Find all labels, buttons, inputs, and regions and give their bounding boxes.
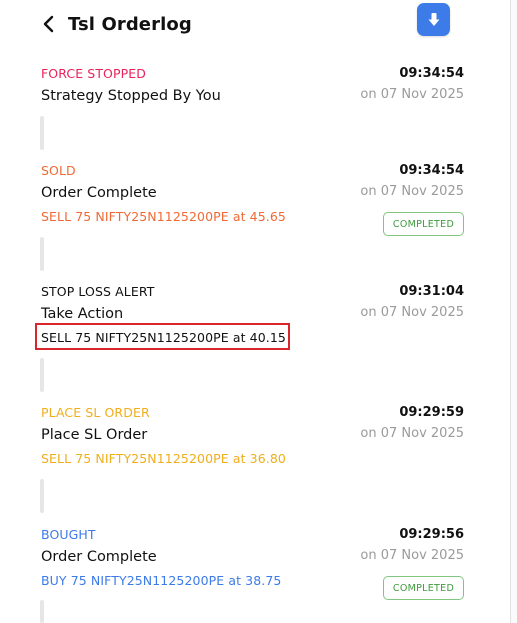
orderlog-panel: Tsl Orderlog FORCE STOPPED Strategy Stop… bbox=[0, 0, 511, 623]
entry-date: on 07 Nov 2025 bbox=[360, 426, 464, 441]
header: Tsl Orderlog bbox=[40, 10, 192, 38]
status-badge: COMPLETED bbox=[383, 212, 464, 236]
download-arrow-icon bbox=[428, 12, 439, 26]
log-entry-place-sl-order: PLACE SL ORDER Place SL Order SELL 75 NI… bbox=[41, 405, 464, 475]
entry-time: 09:34:54 bbox=[399, 163, 464, 178]
chevron-left-icon bbox=[43, 15, 54, 33]
entry-date: on 07 Nov 2025 bbox=[360, 87, 464, 102]
back-button[interactable] bbox=[40, 14, 56, 34]
entry-time: 09:31:04 bbox=[399, 284, 464, 299]
timeline-connector bbox=[40, 116, 44, 150]
scroll-gutter bbox=[511, 0, 517, 623]
log-entry-bought: BOUGHT Order Complete BUY 75 NIFTY25N112… bbox=[41, 527, 464, 607]
entry-time: 09:29:59 bbox=[399, 405, 464, 420]
timeline-connector bbox=[40, 237, 44, 271]
page-title: Tsl Orderlog bbox=[68, 13, 192, 35]
highlight-box bbox=[35, 323, 290, 350]
entry-order: SELL 75 NIFTY25N1125200PE at 36.80 bbox=[41, 451, 286, 466]
entry-time: 09:34:54 bbox=[399, 66, 464, 81]
status-badge: COMPLETED bbox=[383, 576, 464, 600]
timeline-connector bbox=[40, 600, 44, 623]
entry-date: on 07 Nov 2025 bbox=[360, 184, 464, 199]
entry-date: on 07 Nov 2025 bbox=[360, 548, 464, 563]
timeline-connector bbox=[40, 358, 44, 392]
timeline-connector bbox=[40, 479, 44, 513]
log-entry-sold: SOLD Order Complete SELL 75 NIFTY25N1125… bbox=[41, 163, 464, 243]
entry-time: 09:29:56 bbox=[399, 527, 464, 542]
entry-date: on 07 Nov 2025 bbox=[360, 305, 464, 320]
log-entry-force-stopped: FORCE STOPPED Strategy Stopped By You 09… bbox=[41, 66, 464, 106]
download-button[interactable] bbox=[417, 3, 450, 36]
